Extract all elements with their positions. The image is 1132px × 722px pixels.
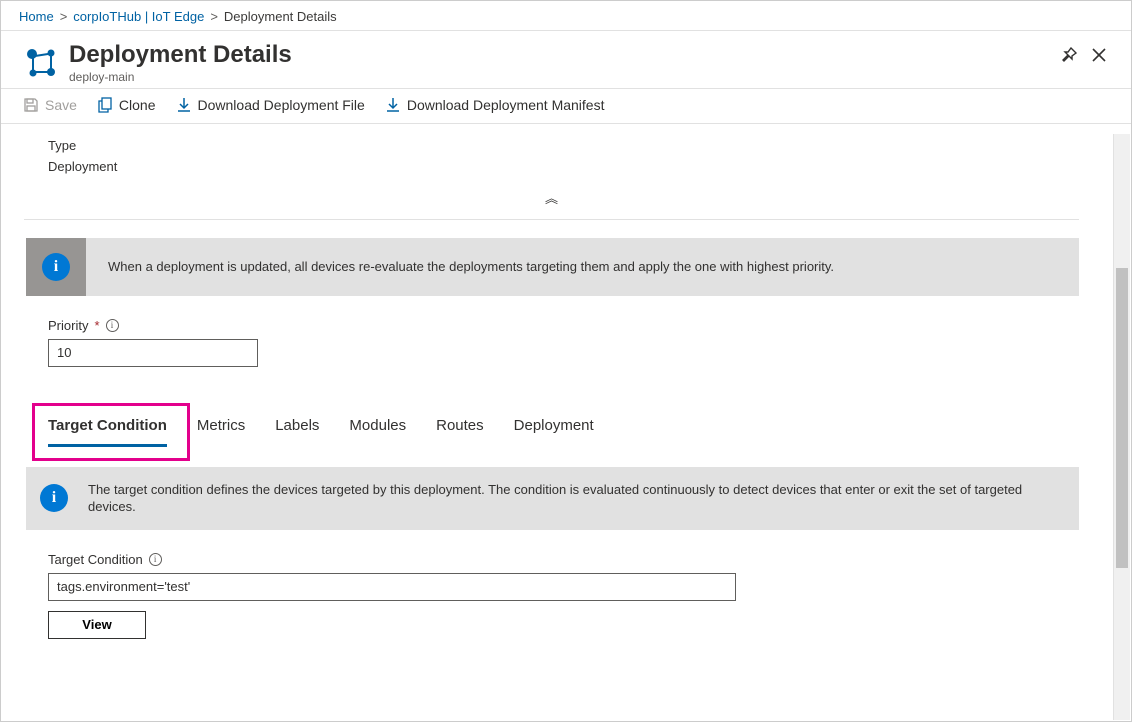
breadcrumb: Home > corpIoTHub | IoT Edge > Deploymen… (1, 1, 1131, 31)
info-text: When a deployment is updated, all device… (86, 238, 1079, 296)
tab-metrics[interactable]: Metrics (197, 409, 245, 447)
view-button[interactable]: View (48, 611, 146, 639)
clone-icon (97, 97, 113, 113)
info-icon[interactable]: i (149, 553, 162, 566)
tab-modules[interactable]: Modules (349, 409, 406, 447)
info-banner-target: i The target condition defines the devic… (26, 467, 1079, 530)
save-icon (23, 97, 39, 113)
tab-target-condition[interactable]: Target Condition (48, 409, 167, 447)
download-manifest-button[interactable]: Download Deployment Manifest (385, 97, 605, 113)
breadcrumb-home[interactable]: Home (19, 9, 54, 24)
content-pane: Type Deployment ︽ i When a deployment is… (2, 134, 1101, 659)
priority-input[interactable] (48, 339, 258, 367)
type-value: Deployment (48, 159, 1079, 174)
type-label: Type (48, 138, 1079, 153)
download-icon (385, 97, 401, 113)
download-icon (176, 97, 192, 113)
page-subtitle: deploy-main (69, 70, 1061, 84)
close-icon[interactable] (1091, 47, 1107, 63)
breadcrumb-current: Deployment Details (224, 9, 337, 24)
target-condition-input[interactable] (48, 573, 736, 601)
info-icon: i (40, 484, 68, 512)
required-indicator: * (94, 318, 99, 333)
download-manifest-label: Download Deployment Manifest (407, 97, 605, 113)
scrollbar-thumb[interactable] (1116, 268, 1128, 568)
chevron-right-icon: > (60, 9, 68, 24)
priority-label: Priority (48, 318, 88, 333)
save-label: Save (45, 97, 77, 113)
info-text: The target condition defines the devices… (82, 467, 1079, 530)
page-header: Deployment Details deploy-main (1, 31, 1131, 88)
clone-label: Clone (119, 97, 156, 113)
deployment-icon (23, 45, 59, 81)
chevron-up-icon: ︽ (545, 191, 558, 206)
collapse-toggle[interactable]: ︽ (24, 184, 1079, 220)
vertical-scrollbar[interactable] (1113, 134, 1130, 720)
info-banner-priority: i When a deployment is updated, all devi… (26, 238, 1079, 296)
info-icon: i (42, 253, 70, 281)
page-title: Deployment Details (69, 41, 1061, 69)
tab-routes[interactable]: Routes (436, 409, 484, 447)
clone-button[interactable]: Clone (97, 97, 156, 113)
tab-deployment[interactable]: Deployment (514, 409, 594, 447)
tab-labels[interactable]: Labels (275, 409, 319, 447)
tab-bar: Target Condition Metrics Labels Modules … (34, 409, 1079, 447)
pin-icon[interactable] (1061, 47, 1077, 63)
target-condition-label: Target Condition (48, 552, 143, 567)
download-file-button[interactable]: Download Deployment File (176, 97, 365, 113)
command-bar: Save Clone Download Deployment File Down… (1, 88, 1131, 124)
save-button: Save (23, 97, 77, 113)
breadcrumb-parent[interactable]: corpIoTHub | IoT Edge (73, 9, 204, 24)
info-icon[interactable]: i (106, 319, 119, 332)
chevron-right-icon: > (210, 9, 218, 24)
download-file-label: Download Deployment File (198, 97, 365, 113)
